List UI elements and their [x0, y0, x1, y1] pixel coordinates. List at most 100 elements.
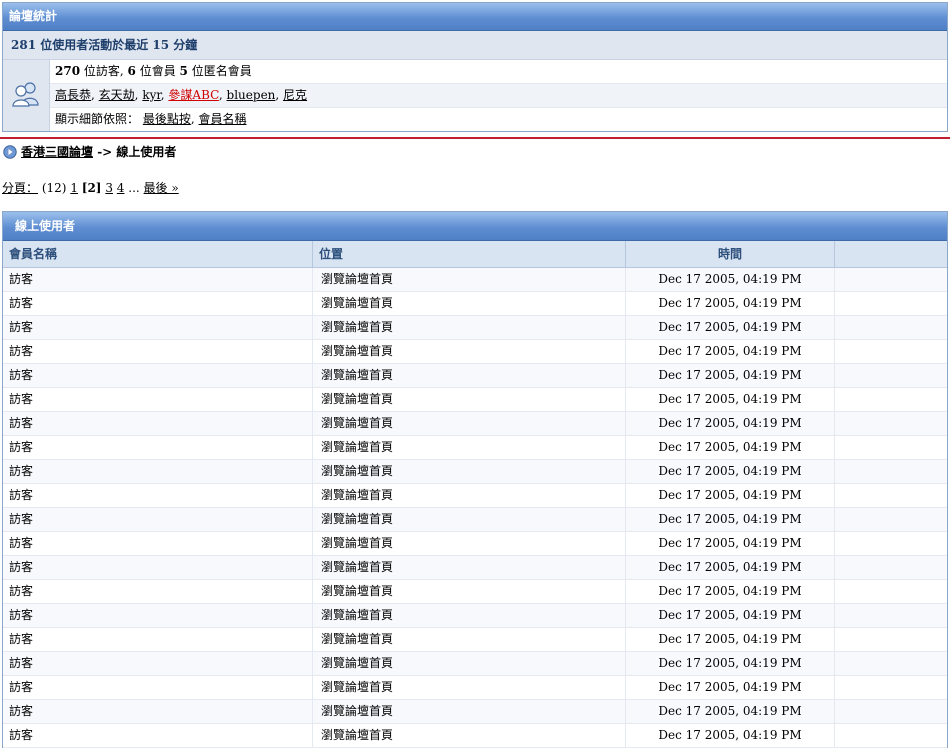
time-cell: Dec 17 2005, 04:19 PM [626, 364, 835, 387]
online-users-title: 線上使用者 [3, 212, 947, 241]
table-row: 訪客 瀏覽論壇首頁 Dec 17 2005, 04:19 PM [3, 724, 947, 748]
header-extra [835, 241, 947, 267]
extra-cell [835, 460, 947, 483]
time-cell: Dec 17 2005, 04:19 PM [626, 628, 835, 651]
time-cell: Dec 17 2005, 04:19 PM [626, 676, 835, 699]
time-cell: Dec 17 2005, 04:19 PM [626, 556, 835, 579]
table-row: 訪客 瀏覽論壇首頁 Dec 17 2005, 04:19 PM [3, 676, 947, 700]
breadcrumb-current: 線上使用者 [116, 145, 177, 159]
breadcrumb: 香港三國論壇 -> 線上使用者 [3, 144, 176, 160]
time-cell: Dec 17 2005, 04:19 PM [626, 292, 835, 315]
table-row: 訪客 瀏覽論壇首頁 Dec 17 2005, 04:19 PM [3, 292, 947, 316]
member-label: 位會員 [135, 64, 180, 78]
forum-stats-panel: 論壇統計 281 位使用者活動於最近 15 分鐘 270 位訪客, 6 位會員 … [2, 2, 948, 132]
table-row: 訪客 瀏覽論壇首頁 Dec 17 2005, 04:19 PM [3, 508, 947, 532]
time-cell: Dec 17 2005, 04:19 PM [626, 460, 835, 483]
location-cell: 瀏覽論壇首頁 [313, 580, 626, 603]
table-row: 訪客 瀏覽論壇首頁 Dec 17 2005, 04:19 PM [3, 340, 947, 364]
extra-cell [835, 268, 947, 291]
time-cell: Dec 17 2005, 04:19 PM [626, 484, 835, 507]
extra-cell [835, 580, 947, 603]
member-link[interactable]: bluepen [227, 88, 276, 102]
location-cell: 瀏覽論壇首頁 [313, 532, 626, 555]
anon-count: 5 [179, 64, 188, 78]
page-current: [2] [81, 181, 102, 195]
location-cell: 瀏覽論壇首頁 [313, 268, 626, 291]
member-name-cell: 訪客 [3, 460, 313, 483]
table-row: 訪客 瀏覽論壇首頁 Dec 17 2005, 04:19 PM [3, 268, 947, 292]
location-cell: 瀏覽論壇首頁 [313, 724, 626, 747]
extra-cell [835, 700, 947, 723]
time-cell: Dec 17 2005, 04:19 PM [626, 412, 835, 435]
location-cell: 瀏覽論壇首頁 [313, 388, 626, 411]
header-time[interactable]: 時間 [626, 241, 835, 267]
member-name-cell: 訪客 [3, 292, 313, 315]
location-cell: 瀏覽論壇首頁 [313, 436, 626, 459]
guest-label: 位訪客, [80, 64, 128, 78]
extra-cell [835, 556, 947, 579]
member-name-cell: 訪客 [3, 532, 313, 555]
location-cell: 瀏覽論壇首頁 [313, 364, 626, 387]
sort-by-member-name-link[interactable]: 會員名稱 [199, 112, 247, 126]
extra-cell [835, 340, 947, 363]
header-member-name[interactable]: 會員名稱 [3, 241, 313, 267]
table-row: 訪客 瀏覽論壇首頁 Dec 17 2005, 04:19 PM [3, 484, 947, 508]
extra-cell [835, 508, 947, 531]
location-cell: 瀏覽論壇首頁 [313, 316, 626, 339]
extra-cell [835, 532, 947, 555]
sort-options: 顯示細節依照： 最後點按, 會員名稱 [55, 112, 247, 126]
page-link-4[interactable]: 4 [117, 181, 125, 195]
page-last-link[interactable]: 最後 » [144, 181, 179, 195]
pagination-label: 分頁： [2, 181, 39, 195]
time-cell: Dec 17 2005, 04:19 PM [626, 340, 835, 363]
extra-cell [835, 628, 947, 651]
extra-cell [835, 604, 947, 627]
anon-label: 位匿名會員 [187, 64, 252, 78]
table-row: 訪客 瀏覽論壇首頁 Dec 17 2005, 04:19 PM [3, 700, 947, 724]
member-name-cell: 訪客 [3, 268, 313, 291]
table-body: 訪客 瀏覽論壇首頁 Dec 17 2005, 04:19 PM 訪客 瀏覽論壇首頁 Dec… [3, 268, 947, 748]
sort-label: 顯示細節依照： [55, 112, 140, 126]
section-divider [0, 137, 950, 139]
stats-icon-cell [3, 60, 50, 131]
time-cell: Dec 17 2005, 04:19 PM [626, 268, 835, 291]
page-link-3[interactable]: 3 [105, 181, 113, 195]
page-link-1[interactable]: 1 [70, 181, 78, 195]
time-cell: Dec 17 2005, 04:19 PM [626, 700, 835, 723]
member-name-cell: 訪客 [3, 700, 313, 723]
table-row: 訪客 瀏覽論壇首頁 Dec 17 2005, 04:19 PM [3, 436, 947, 460]
time-cell: Dec 17 2005, 04:19 PM [626, 580, 835, 603]
time-cell: Dec 17 2005, 04:19 PM [626, 532, 835, 555]
member-name-cell: 訪客 [3, 316, 313, 339]
member-name-cell: 訪客 [3, 484, 313, 507]
location-cell: 瀏覽論壇首頁 [313, 412, 626, 435]
member-name-cell: 訪客 [3, 508, 313, 531]
time-cell: Dec 17 2005, 04:19 PM [626, 724, 835, 747]
table-row: 訪客 瀏覽論壇首頁 Dec 17 2005, 04:19 PM [3, 364, 947, 388]
member-link[interactable]: 尼克 [283, 88, 307, 102]
breadcrumb-forum-link[interactable]: 香港三國論壇 [21, 144, 93, 160]
member-link[interactable]: 參謀ABC [168, 88, 218, 102]
location-cell: 瀏覽論壇首頁 [313, 460, 626, 483]
extra-cell [835, 676, 947, 699]
table-header: 會員名稱 位置 時間 [3, 241, 947, 268]
header-location[interactable]: 位置 [313, 241, 626, 267]
sort-by-last-click-link[interactable]: 最後點按 [143, 112, 191, 126]
member-name-cell: 訪客 [3, 436, 313, 459]
member-name-cell: 訪客 [3, 604, 313, 627]
extra-cell [835, 364, 947, 387]
member-name-cell: 訪客 [3, 364, 313, 387]
member-name-cell: 訪客 [3, 628, 313, 651]
member-name-cell: 訪客 [3, 724, 313, 747]
member-link[interactable]: 玄天劫 [99, 88, 135, 102]
member-count: 6 [127, 64, 136, 78]
location-cell: 瀏覽論壇首頁 [313, 628, 626, 651]
location-cell: 瀏覽論壇首頁 [313, 484, 626, 507]
member-link[interactable]: 高長恭 [55, 88, 91, 102]
active-users-summary: 281 位使用者活動於最近 15 分鐘 [3, 31, 947, 60]
extra-cell [835, 316, 947, 339]
online-users-panel: 線上使用者 會員名稱 位置 時間 訪客 瀏覽論壇首頁 Dec 17 2005, 04… [2, 211, 948, 748]
member-link[interactable]: kyr [142, 88, 160, 102]
table-row: 訪客 瀏覽論壇首頁 Dec 17 2005, 04:19 PM [3, 628, 947, 652]
time-cell: Dec 17 2005, 04:19 PM [626, 388, 835, 411]
